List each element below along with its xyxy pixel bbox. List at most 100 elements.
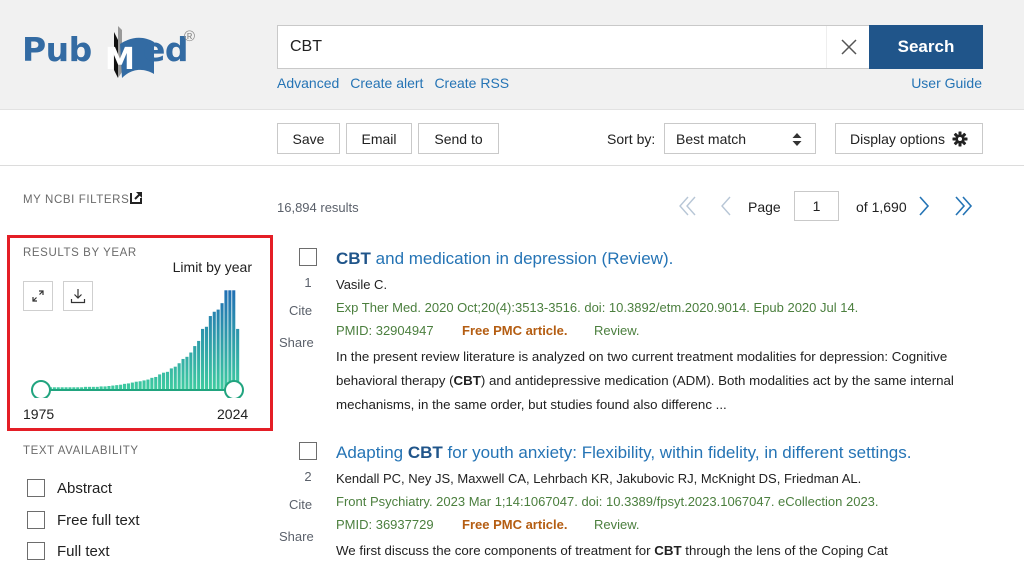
free-pmc-badge: Free PMC article. — [462, 517, 568, 532]
year-bar-2002[interactable] — [150, 377, 154, 389]
year-bar-2016[interactable] — [204, 326, 208, 389]
sort-select[interactable]: Best match — [664, 123, 816, 154]
my-ncbi-filters-label[interactable]: MY NCBI FILTERS — [23, 194, 129, 206]
result-title-link[interactable]: CBT and medication in depression (Review… — [336, 249, 673, 269]
year-bar-2008[interactable] — [173, 366, 177, 389]
title-text: Adapting — [336, 443, 408, 462]
year-bar-1988[interactable] — [95, 386, 99, 389]
year-bar-2003[interactable] — [154, 376, 158, 389]
year-bar-2014[interactable] — [197, 340, 201, 389]
filter-abstract[interactable]: Abstract — [27, 479, 112, 497]
year-bar-2007[interactable] — [169, 368, 173, 389]
send-to-button[interactable]: Send to — [418, 123, 499, 154]
last-page-icon[interactable] — [952, 191, 974, 221]
prev-page-icon[interactable] — [718, 191, 734, 221]
free-full-text-checkbox[interactable] — [27, 511, 45, 529]
year-bar-1980[interactable] — [64, 387, 68, 389]
cite-button[interactable]: Cite — [289, 303, 312, 318]
result-checkbox[interactable] — [299, 248, 317, 266]
year-bar-2024[interactable] — [236, 328, 240, 389]
year-bar-1987[interactable] — [91, 386, 95, 389]
year-bar-2010[interactable] — [181, 358, 185, 389]
year-bar-1990[interactable] — [103, 386, 107, 389]
year-bar-1989[interactable] — [99, 386, 103, 389]
year-bar-2001[interactable] — [146, 379, 150, 389]
year-bar-1982[interactable] — [72, 387, 76, 389]
year-bar-1999[interactable] — [138, 381, 142, 389]
share-button[interactable]: Share — [279, 529, 314, 544]
create-alert-link[interactable]: Create alert — [350, 75, 423, 91]
year-bar-1986[interactable] — [87, 386, 91, 389]
sort-value: Best match — [676, 130, 747, 147]
share-button[interactable]: Share — [279, 335, 314, 350]
title-highlight: CBT — [407, 443, 443, 462]
year-bar-2019[interactable] — [216, 309, 220, 389]
search-input[interactable] — [278, 26, 826, 68]
year-bar-1995[interactable] — [123, 383, 127, 389]
page-total: of 1,690 — [856, 199, 907, 215]
cite-button[interactable]: Cite — [289, 497, 312, 512]
snippet-text: through the lens of the Coping Cat — [681, 543, 888, 558]
logo-text-m: M — [105, 42, 135, 77]
year-bar-1977[interactable] — [52, 387, 56, 389]
year-bar-1991[interactable] — [107, 386, 111, 389]
external-link-icon[interactable] — [130, 191, 143, 204]
year-bar-2005[interactable] — [162, 372, 166, 389]
year-bar-1997[interactable] — [130, 382, 134, 389]
next-page-icon[interactable] — [916, 191, 932, 221]
year-bar-1998[interactable] — [134, 381, 138, 389]
year-bar-1992[interactable] — [111, 385, 115, 389]
year-bar-2011[interactable] — [185, 356, 189, 389]
display-options-button[interactable]: Display options — [835, 123, 983, 154]
year-bar-2000[interactable] — [142, 380, 146, 389]
results-by-year-box: RESULTS BY YEAR Limit by year 1975 2024 — [7, 235, 273, 431]
year-bar-1985[interactable] — [84, 386, 88, 389]
page-label: Page — [748, 199, 781, 215]
year-bar-1979[interactable] — [60, 387, 64, 389]
year-bar-1996[interactable] — [126, 383, 130, 389]
year-bar-2023[interactable] — [232, 290, 236, 389]
filter-full-text[interactable]: Full text — [27, 542, 110, 560]
year-start-handle[interactable] — [31, 380, 51, 398]
year-bar-2017[interactable] — [208, 316, 212, 389]
year-bar-1993[interactable] — [115, 385, 119, 389]
year-bar-1994[interactable] — [119, 384, 123, 389]
year-bar-2018[interactable] — [212, 311, 216, 389]
year-bar-1983[interactable] — [76, 387, 80, 389]
year-bar-2012[interactable] — [189, 352, 193, 389]
filter-label: Full text — [57, 542, 110, 560]
email-button[interactable]: Email — [346, 123, 412, 154]
year-bar-2020[interactable] — [220, 303, 224, 389]
result-pmid: PMID: 32904947 — [336, 323, 434, 338]
user-guide-link[interactable]: User Guide — [911, 75, 982, 91]
save-button[interactable]: Save — [277, 123, 340, 154]
create-rss-link[interactable]: Create RSS — [434, 75, 509, 91]
year-bar-2013[interactable] — [193, 346, 197, 389]
year-bar-2022[interactable] — [228, 290, 232, 389]
year-bar-1984[interactable] — [80, 387, 84, 389]
clear-search-button[interactable] — [826, 26, 870, 68]
title-highlight: CBT — [336, 249, 371, 268]
year-bar-2009[interactable] — [177, 363, 181, 389]
close-icon — [840, 39, 857, 55]
year-end-handle[interactable] — [224, 380, 244, 398]
abstract-checkbox[interactable] — [27, 479, 45, 497]
advanced-link[interactable]: Advanced — [277, 75, 339, 91]
year-bar-1978[interactable] — [56, 387, 60, 389]
year-bar-1981[interactable] — [68, 387, 72, 389]
search-box — [277, 25, 870, 69]
page-number-input[interactable] — [794, 191, 839, 221]
result-title-link[interactable]: Adapting CBT for youth anxiety: Flexibil… — [336, 443, 911, 463]
year-bar-2015[interactable] — [201, 328, 205, 389]
year-bar-2021[interactable] — [224, 290, 228, 389]
year-bar-2004[interactable] — [158, 374, 162, 389]
first-page-icon[interactable] — [677, 191, 699, 221]
result-checkbox[interactable] — [299, 442, 317, 460]
results-by-year-histogram[interactable] — [23, 278, 263, 398]
full-text-checkbox[interactable] — [27, 542, 45, 560]
pubmed-logo[interactable]: Pub M ed ® — [22, 22, 212, 82]
search-button[interactable]: Search — [869, 25, 983, 69]
title-text: and medication in depression (Review). — [370, 249, 674, 268]
filter-free-full-text[interactable]: Free full text — [27, 511, 140, 529]
year-bar-2006[interactable] — [165, 371, 169, 389]
